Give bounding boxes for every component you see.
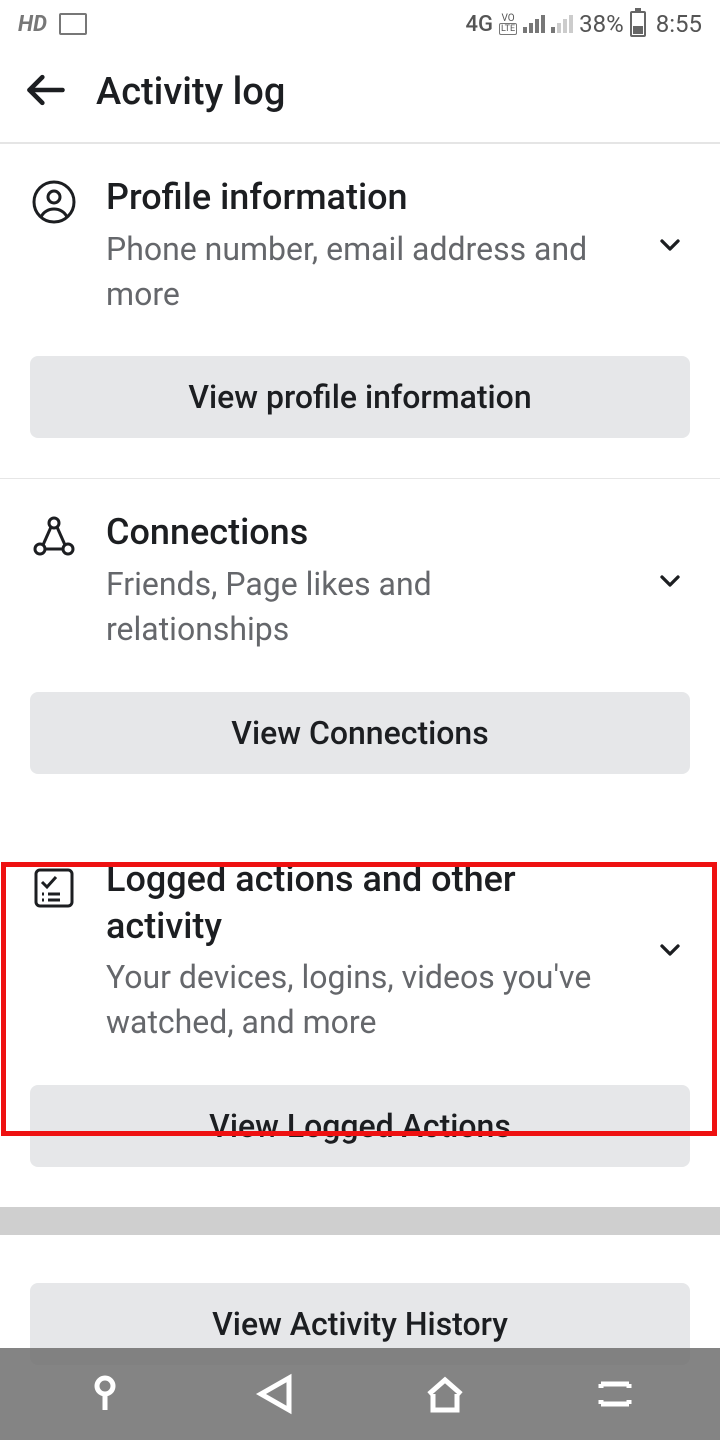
section-profile-info: Profile information Phone number, email …: [0, 144, 720, 479]
status-right: 4G VOLTE 38% 8:55: [466, 10, 702, 38]
network-type: 4G: [466, 12, 494, 37]
nav-assistant-icon[interactable]: [81, 1370, 129, 1418]
nav-home-icon[interactable]: [421, 1370, 469, 1418]
clock: 8:55: [656, 10, 702, 38]
section-subtitle: Your devices, logins, videos you've watc…: [106, 955, 622, 1045]
signal-sim2-icon: [551, 15, 573, 33]
chevron-down-icon[interactable]: [650, 565, 690, 597]
logged-actions-icon: [30, 856, 78, 916]
connections-icon: [30, 509, 78, 565]
section-logged-actions: Logged actions and other activity Your d…: [0, 814, 720, 1167]
app-bar: Activity log: [0, 48, 720, 144]
status-bar: HD 4G VOLTE 38% 8:55: [0, 0, 720, 48]
section-title: Logged actions and other activity: [106, 856, 622, 950]
section-title: Connections: [106, 509, 622, 556]
nav-recents-icon[interactable]: [591, 1370, 639, 1418]
page-title: Activity log: [96, 70, 285, 114]
system-nav-bar: [0, 1348, 720, 1440]
volte-icon: VOLTE: [499, 14, 517, 34]
section-row-profile[interactable]: Profile information Phone number, email …: [30, 174, 690, 316]
view-logged-actions-button[interactable]: View Logged Actions: [30, 1085, 690, 1167]
section-row-logged-actions[interactable]: Logged actions and other activity Your d…: [30, 856, 690, 1045]
view-connections-button[interactable]: View Connections: [30, 692, 690, 774]
section-title: Profile information: [106, 174, 622, 221]
chevron-down-icon[interactable]: [650, 934, 690, 966]
section-subtitle: Phone number, email address and more: [106, 227, 622, 317]
status-left: HD: [18, 12, 87, 37]
chevron-down-icon[interactable]: [650, 229, 690, 261]
signal-sim1-icon: [523, 15, 545, 33]
image-indicator-icon: [59, 13, 87, 35]
section-connections: Connections Friends, Page likes and rela…: [0, 479, 720, 773]
profile-icon: [30, 174, 78, 230]
view-profile-info-button[interactable]: View profile information: [30, 356, 690, 438]
section-divider: [0, 1207, 720, 1235]
section-row-connections[interactable]: Connections Friends, Page likes and rela…: [30, 509, 690, 651]
back-icon[interactable]: [24, 68, 68, 116]
section-subtitle: Friends, Page likes and relationships: [106, 562, 622, 652]
nav-back-icon[interactable]: [251, 1370, 299, 1418]
hd-indicator: HD: [18, 12, 47, 37]
battery-percent: 38%: [579, 10, 624, 38]
battery-icon: [630, 11, 646, 37]
section-activity-history: View Activity History: [0, 1235, 720, 1365]
